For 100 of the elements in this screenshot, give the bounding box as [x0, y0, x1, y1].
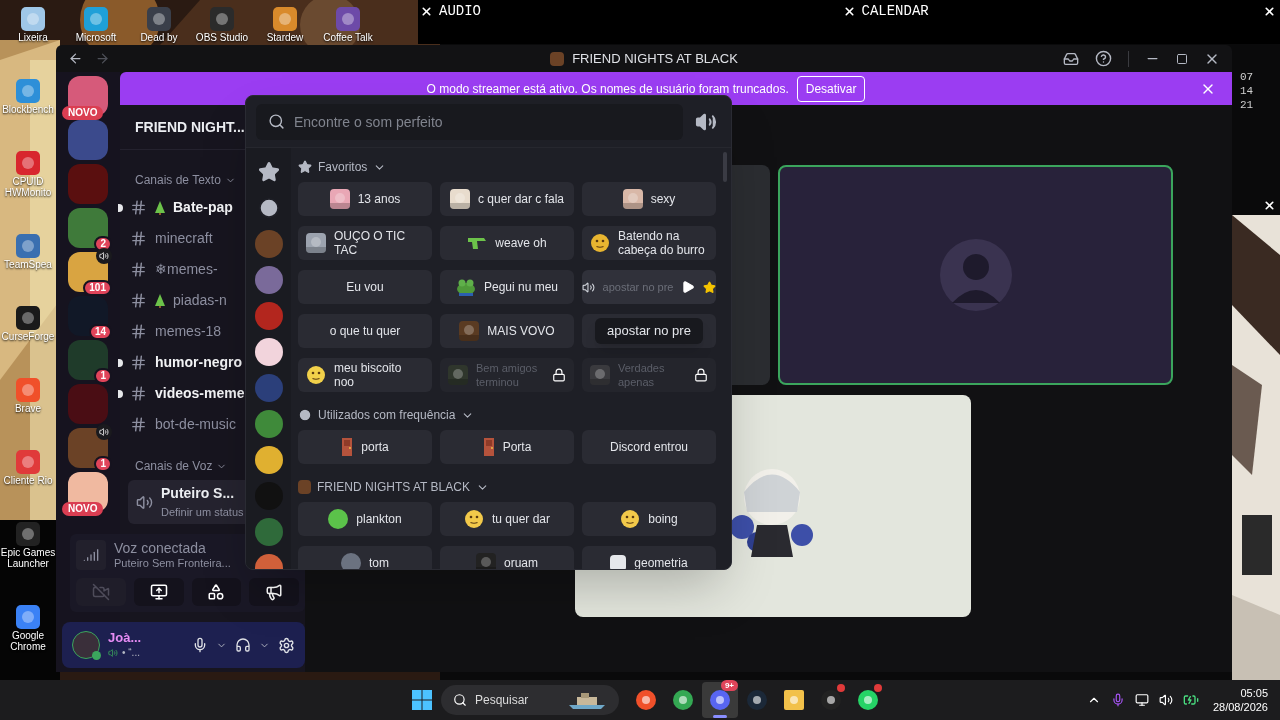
sound-button[interactable]: o que tu quer — [298, 314, 432, 348]
help-icon[interactable] — [1095, 50, 1112, 67]
sound-button[interactable]: OUÇO O TIC TAC — [298, 226, 432, 260]
start-icon[interactable] — [411, 689, 433, 711]
speaker-icon — [108, 647, 118, 658]
sound-button[interactable]: Pegui nu meu — [440, 270, 574, 304]
unread-badge: 1 — [94, 368, 112, 384]
search-icon — [268, 113, 285, 130]
sound-button[interactable]: 13 anos — [298, 182, 432, 216]
search-placeholder: Pesquisar — [475, 692, 530, 709]
door-icon — [482, 437, 495, 457]
app-shortcut-icon[interactable] — [15, 604, 41, 630]
headphones-icon[interactable] — [235, 637, 251, 653]
sound-button[interactable]: c quer dar c fala — [440, 182, 574, 216]
star-icon[interactable] — [257, 161, 280, 183]
active-indicator — [713, 715, 727, 718]
app-shortcut-icon[interactable] — [20, 6, 46, 32]
app-shortcut-icon[interactable] — [272, 6, 298, 32]
close-icon[interactable] — [1263, 199, 1276, 212]
clock-date[interactable]: 28/08/2026 — [1212, 700, 1268, 714]
battery-icon[interactable] — [1182, 692, 1199, 708]
shortcut-label: Stardew — [266, 32, 304, 43]
search-field[interactable]: Encontre o som perfeito — [256, 103, 683, 140]
sound-button[interactable]: sexy — [582, 182, 716, 216]
microphone-icon[interactable] — [192, 637, 208, 653]
connection-channel[interactable]: Puteiro Sem Fronteira... — [114, 556, 231, 570]
shortcut-label: Google Chrome — [9, 630, 47, 652]
play-icon[interactable] — [681, 280, 696, 294]
unread-badge: 101 — [83, 280, 112, 296]
banner-text: O modo streamer está ativo. Os nomes de usuário foram truncados. — [426, 80, 789, 98]
category-label[interactable]: Canais de Texto — [135, 171, 221, 189]
shortcut-label: Cliente Rio — [3, 475, 53, 486]
server-name[interactable]: FRIEND NIGHT... — [135, 116, 245, 138]
sound-button[interactable]: Batendo na cabeça do burro — [582, 226, 716, 260]
soundboard-button[interactable] — [249, 578, 299, 606]
section-title[interactable]: FRIEND NIGHTS AT BLACK — [317, 478, 470, 496]
inbox-icon[interactable] — [1063, 50, 1079, 67]
hash-icon — [130, 323, 147, 340]
calendar-day: 07 — [1240, 70, 1254, 84]
close-icon[interactable] — [842, 5, 856, 18]
sound-button[interactable]: boing — [582, 502, 716, 536]
shortcut-label: TeamSpea — [4, 259, 52, 270]
server-icon[interactable] — [68, 296, 108, 336]
sound-button[interactable]: oruam — [440, 546, 574, 569]
calendar-day: 14 — [1240, 84, 1254, 98]
calendar-day: 21 — [1240, 98, 1254, 112]
door-icon — [341, 437, 354, 457]
back-icon[interactable] — [68, 51, 83, 66]
shortcut-label: Brave — [14, 403, 42, 414]
user-avatar[interactable] — [72, 631, 100, 659]
close-icon[interactable] — [1263, 5, 1276, 18]
star-icon — [298, 160, 312, 174]
volume-icon[interactable] — [1158, 693, 1173, 707]
server-icon[interactable] — [68, 472, 108, 512]
sound-button[interactable]: MAIS VOVO — [440, 314, 574, 348]
section-title[interactable]: Favoritos — [318, 158, 368, 176]
window-title: FRIEND NIGHTS AT BLACK — [572, 49, 738, 68]
sound-button[interactable]: tom — [298, 546, 432, 569]
taskbar-app[interactable]: 9+ — [702, 682, 738, 718]
sound-button[interactable]: porta — [298, 430, 432, 464]
sound-button[interactable]: plankton — [298, 502, 432, 536]
signal-icon — [83, 547, 99, 563]
folder-icon — [783, 689, 805, 711]
shortcut-label: Epic Games Launcher — [0, 547, 56, 569]
network-icon[interactable] — [1134, 693, 1149, 707]
megaphone-icon — [265, 583, 284, 601]
sound-button[interactable]: Discord entrou — [582, 430, 716, 464]
clock-icon[interactable] — [257, 197, 280, 219]
section-title[interactable]: Utilizados com frequência — [318, 406, 456, 424]
search-icon — [453, 693, 467, 707]
sound-button[interactable]: Porta — [440, 430, 574, 464]
search-field[interactable]: Pesquisar — [441, 685, 619, 715]
settings-icon[interactable] — [278, 636, 295, 654]
disable-button[interactable]: Desativar — [796, 75, 866, 102]
category-label[interactable]: Canais de Voz — [135, 457, 213, 475]
sound-button[interactable]: geometria — [582, 546, 716, 569]
sound-button[interactable]: weave oh — [440, 226, 574, 260]
close-icon[interactable] — [420, 5, 433, 18]
maximize-icon[interactable] — [1176, 52, 1188, 65]
video-tile[interactable] — [778, 165, 1173, 385]
hash-icon — [130, 230, 147, 247]
server-icon[interactable] — [68, 76, 108, 116]
server-icon[interactable] — [254, 338, 283, 366]
username: Joà... — [108, 630, 143, 645]
sound-button[interactable]: meu biscoito noo — [298, 358, 432, 392]
sound-button[interactable]: Eu vou — [298, 270, 432, 304]
obs-icon — [820, 689, 842, 711]
lock-icon — [552, 368, 566, 382]
star-icon[interactable] — [703, 280, 717, 294]
sound-button[interactable]: tu quer dar — [440, 502, 574, 536]
water-gun-icon — [467, 235, 488, 251]
widget-title: CALENDAR — [861, 3, 929, 19]
volume-icon[interactable] — [581, 280, 595, 294]
app-shortcut-icon[interactable] — [15, 305, 41, 331]
speaker-icon — [136, 493, 153, 511]
activities-button[interactable] — [191, 578, 242, 606]
clock-time[interactable]: 05:05 — [1240, 686, 1268, 700]
notification-badge: 9+ — [720, 680, 738, 691]
server-icon[interactable] — [254, 446, 283, 474]
screen-share-button[interactable] — [133, 578, 184, 606]
